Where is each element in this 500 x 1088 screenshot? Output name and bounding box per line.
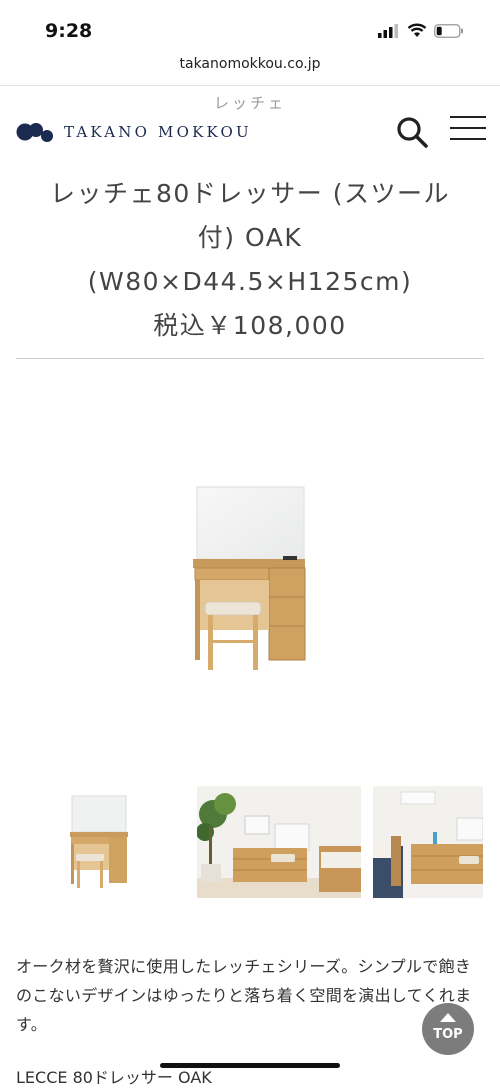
thumbnail-dresser[interactable]	[62, 786, 134, 898]
series-sub-label: レッチェ	[213, 94, 286, 112]
wifi-icon	[407, 23, 427, 37]
logo-text: TAKANO MOKKOU	[64, 123, 252, 141]
cellular-signal-icon	[378, 23, 398, 38]
product-title: レッチェ80ドレッサー (スツール 付) OAK (W80×D44.5×H125…	[10, 172, 490, 304]
product-price: 税込￥108,000	[153, 311, 347, 340]
search-button[interactable]	[394, 114, 430, 150]
battery-icon	[434, 23, 463, 38]
status-icons	[378, 23, 464, 38]
status-time: 9:28	[45, 20, 93, 42]
product-title-line-3: (W80×D44.5×H125cm)	[87, 267, 413, 296]
back-to-top-button[interactable]: TOP	[422, 1003, 474, 1055]
address-bar[interactable]: takanomokkou.co.jp	[0, 56, 500, 84]
product-description: オーク材を贅沢に使用したレッチェシリーズ。シンプルで飽きのこないデザインはゆった…	[16, 957, 472, 1034]
hamburger-menu-icon[interactable]	[450, 116, 486, 144]
thumbnail-bedroom[interactable]	[373, 786, 483, 898]
back-to-top-label: TOP	[433, 1027, 463, 1042]
site-header: レッチェ TAKANO MOKKOU	[0, 86, 500, 166]
site-logo[interactable]: TAKANO MOKKOU	[16, 120, 252, 144]
status-bar: 9:28	[0, 0, 500, 60]
logo-mark-icon	[16, 120, 54, 144]
product-title-block: レッチェ80ドレッサー (スツール 付) OAK (W80×D44.5×H125…	[10, 172, 490, 346]
arrow-up-icon	[440, 1013, 456, 1022]
product-title-line-1: レッチェ80ドレッサー (スツール	[49, 179, 450, 208]
search-icon	[397, 117, 428, 148]
main-product-image[interactable]	[185, 480, 315, 680]
product-title-line-2: 付) OAK	[197, 223, 303, 252]
home-indicator	[160, 1063, 340, 1068]
title-divider	[16, 358, 484, 359]
thumbnail-room-with-plant[interactable]	[197, 786, 361, 898]
thumbnail-strip	[0, 786, 500, 898]
